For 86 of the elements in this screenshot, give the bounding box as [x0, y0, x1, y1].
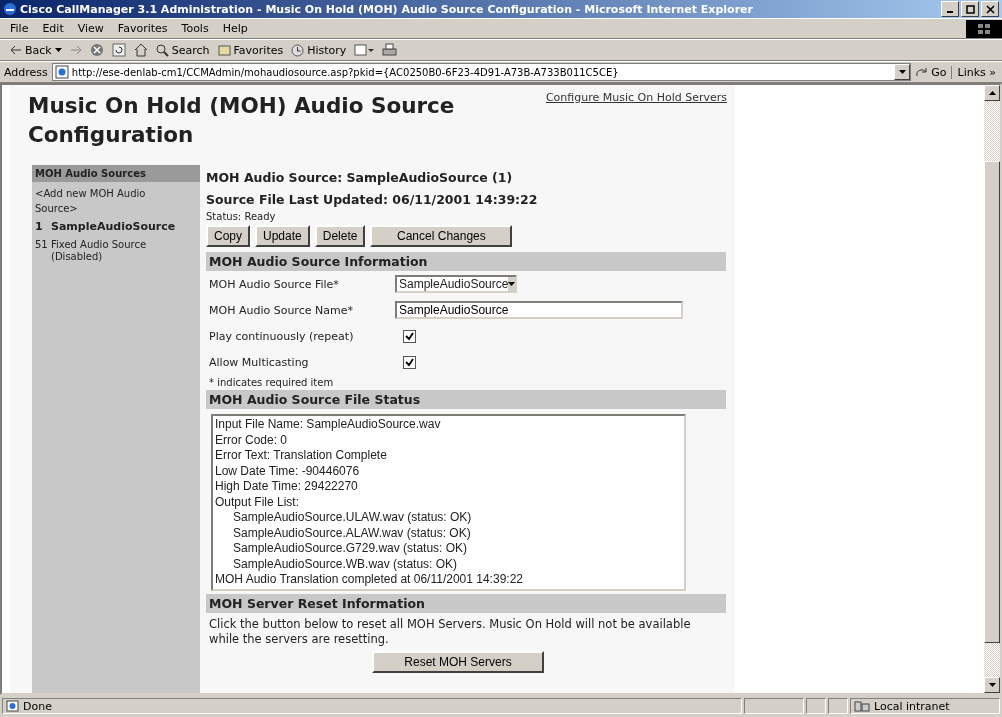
status-line: Output File List:	[215, 494, 301, 510]
refresh-icon[interactable]	[111, 43, 126, 57]
status-line: Error Text: Translation Complete	[215, 448, 388, 464]
minimize-button[interactable]	[941, 1, 959, 17]
windows-logo-icon	[966, 19, 1002, 38]
back-arrow-icon	[10, 45, 22, 55]
maximize-icon	[965, 4, 975, 14]
status-value: Ready	[244, 211, 276, 222]
checkbox[interactable]	[403, 329, 416, 343]
updated-label: Source File Last Updated:	[206, 192, 388, 207]
scroll-down-icon[interactable]	[988, 683, 996, 687]
menu-item[interactable]: Help	[222, 22, 248, 35]
menu-item[interactable]: View	[77, 22, 104, 35]
action-button[interactable]: Update	[255, 225, 310, 247]
reset-servers-button[interactable]: Reset MOH Servers	[372, 650, 544, 673]
page-heading: Music On Hold (MOH) Audio Source Configuration	[28, 92, 456, 149]
search-button[interactable]: Search	[155, 43, 210, 57]
status-line: SampleAudioSource.ALAW.wav (status: OK)	[232, 525, 472, 541]
links-button[interactable]: Links »	[950, 65, 1002, 79]
status-text: Done	[23, 699, 52, 713]
back-button[interactable]: Back	[10, 43, 62, 57]
status-line: Input File Name: SampleAudioSource.wav	[215, 417, 442, 433]
status-line: Low Date Time: -90446076	[215, 463, 361, 479]
section-header: MOH Audio Source Information	[206, 252, 726, 271]
go-arrow-icon	[915, 66, 929, 78]
status-line: SampleAudioSource.WB.wav (status: OK)	[232, 556, 459, 572]
reset-description: Click the button below to reset all MOH Servers. Music On Hold will not be available while the servers are resetting.	[208, 615, 692, 648]
source-value: SampleAudioSource (1)	[346, 170, 513, 185]
field-label: MOH Audio Source Name*	[209, 303, 354, 317]
vertical-scrollbar[interactable]	[984, 85, 1000, 693]
address-label: Address	[4, 65, 48, 79]
browser-icon	[3, 2, 17, 16]
caret-icon	[54, 48, 62, 52]
section-header: MOH Audio Source File Status	[206, 390, 726, 409]
sidebar-item[interactable]: 1 SampleAudioSource	[32, 218, 200, 236]
status-pane	[806, 698, 826, 714]
source-file-select[interactable]: SampleAudioSource	[395, 275, 517, 293]
menu-item[interactable]: Favorites	[117, 22, 168, 35]
stop-icon[interactable]	[89, 43, 104, 57]
history-button[interactable]: History	[291, 43, 347, 57]
add-source-link[interactable]: <Add new MOH Audio Source>	[32, 182, 158, 218]
favorites-button[interactable]: Favorites	[217, 43, 284, 57]
checkbox[interactable]	[403, 355, 416, 369]
status-line: High Date Time: 29422270	[215, 479, 359, 495]
field-label: MOH Audio Source File*	[209, 277, 340, 291]
status-pane	[744, 698, 804, 714]
action-button[interactable]: Cancel Changes	[370, 225, 513, 247]
maximize-button[interactable]	[961, 1, 979, 17]
sidebar-title: MOH Audio Sources	[32, 165, 200, 182]
required-note: * indicates required item	[208, 376, 335, 390]
home-icon[interactable]	[133, 43, 148, 57]
source-label: MOH Audio Source:	[206, 170, 343, 185]
address-field[interactable]: http://ese-denlab-cm1/CCMAdmin/mohaudiosource.asp?pkid={AC0250B0-6F23-4D91-A73B-A733B011C5CE}	[51, 63, 912, 81]
scroll-up-icon[interactable]	[988, 91, 996, 95]
action-button[interactable]: Copy	[206, 225, 250, 247]
status-line: MOH Audio Translation completed at 06/11/2001 14:39:22	[215, 572, 524, 588]
status-label: Status:	[206, 211, 242, 222]
updated-value: 06/11/2001 14:39:22	[392, 192, 538, 207]
clock-icon	[291, 43, 305, 57]
close-button[interactable]	[981, 1, 999, 17]
status-line: SampleAudioSource.G729.wav (status: OK)	[232, 541, 469, 557]
folder-icon	[217, 44, 231, 56]
field-label: Play continuously (repeat)	[209, 329, 355, 343]
search-icon	[155, 43, 169, 57]
menu-item[interactable]: Edit	[42, 22, 64, 35]
sidebar-item[interactable]: 51 Fixed Audio Source (Disabled)	[32, 236, 200, 266]
window-title: Cisco CallManager 3.1 Administration - Music On Hold (MOH) Audio Source Configuration - Microsoft Internet Explorer	[20, 2, 753, 16]
close-icon	[985, 4, 995, 14]
print-icon[interactable]	[382, 43, 398, 57]
field-label: Allow Multicasting	[209, 355, 310, 369]
status-pane	[828, 698, 848, 714]
zone-text: Local intranet	[874, 699, 950, 713]
page-icon	[54, 65, 69, 79]
menu-item[interactable]: File	[10, 22, 29, 35]
mail-icon[interactable]	[354, 43, 375, 57]
menu-item[interactable]: Tools	[181, 22, 209, 35]
configure-servers-link[interactable]: Configure Music On Hold Servers	[545, 91, 727, 104]
intranet-icon	[854, 700, 870, 712]
go-button[interactable]: Go	[915, 65, 947, 79]
section-header: MOH Server Reset Information	[206, 593, 726, 613]
source-name-field[interactable]: SampleAudioSource	[395, 301, 683, 319]
status-line: SampleAudioSource.ULAW.wav (status: OK)	[232, 510, 473, 526]
page-icon	[6, 700, 19, 712]
status-line: Error Code: 0	[215, 432, 289, 448]
action-button[interactable]: Delete	[314, 225, 366, 247]
dropdown-arrow-icon	[508, 282, 516, 286]
